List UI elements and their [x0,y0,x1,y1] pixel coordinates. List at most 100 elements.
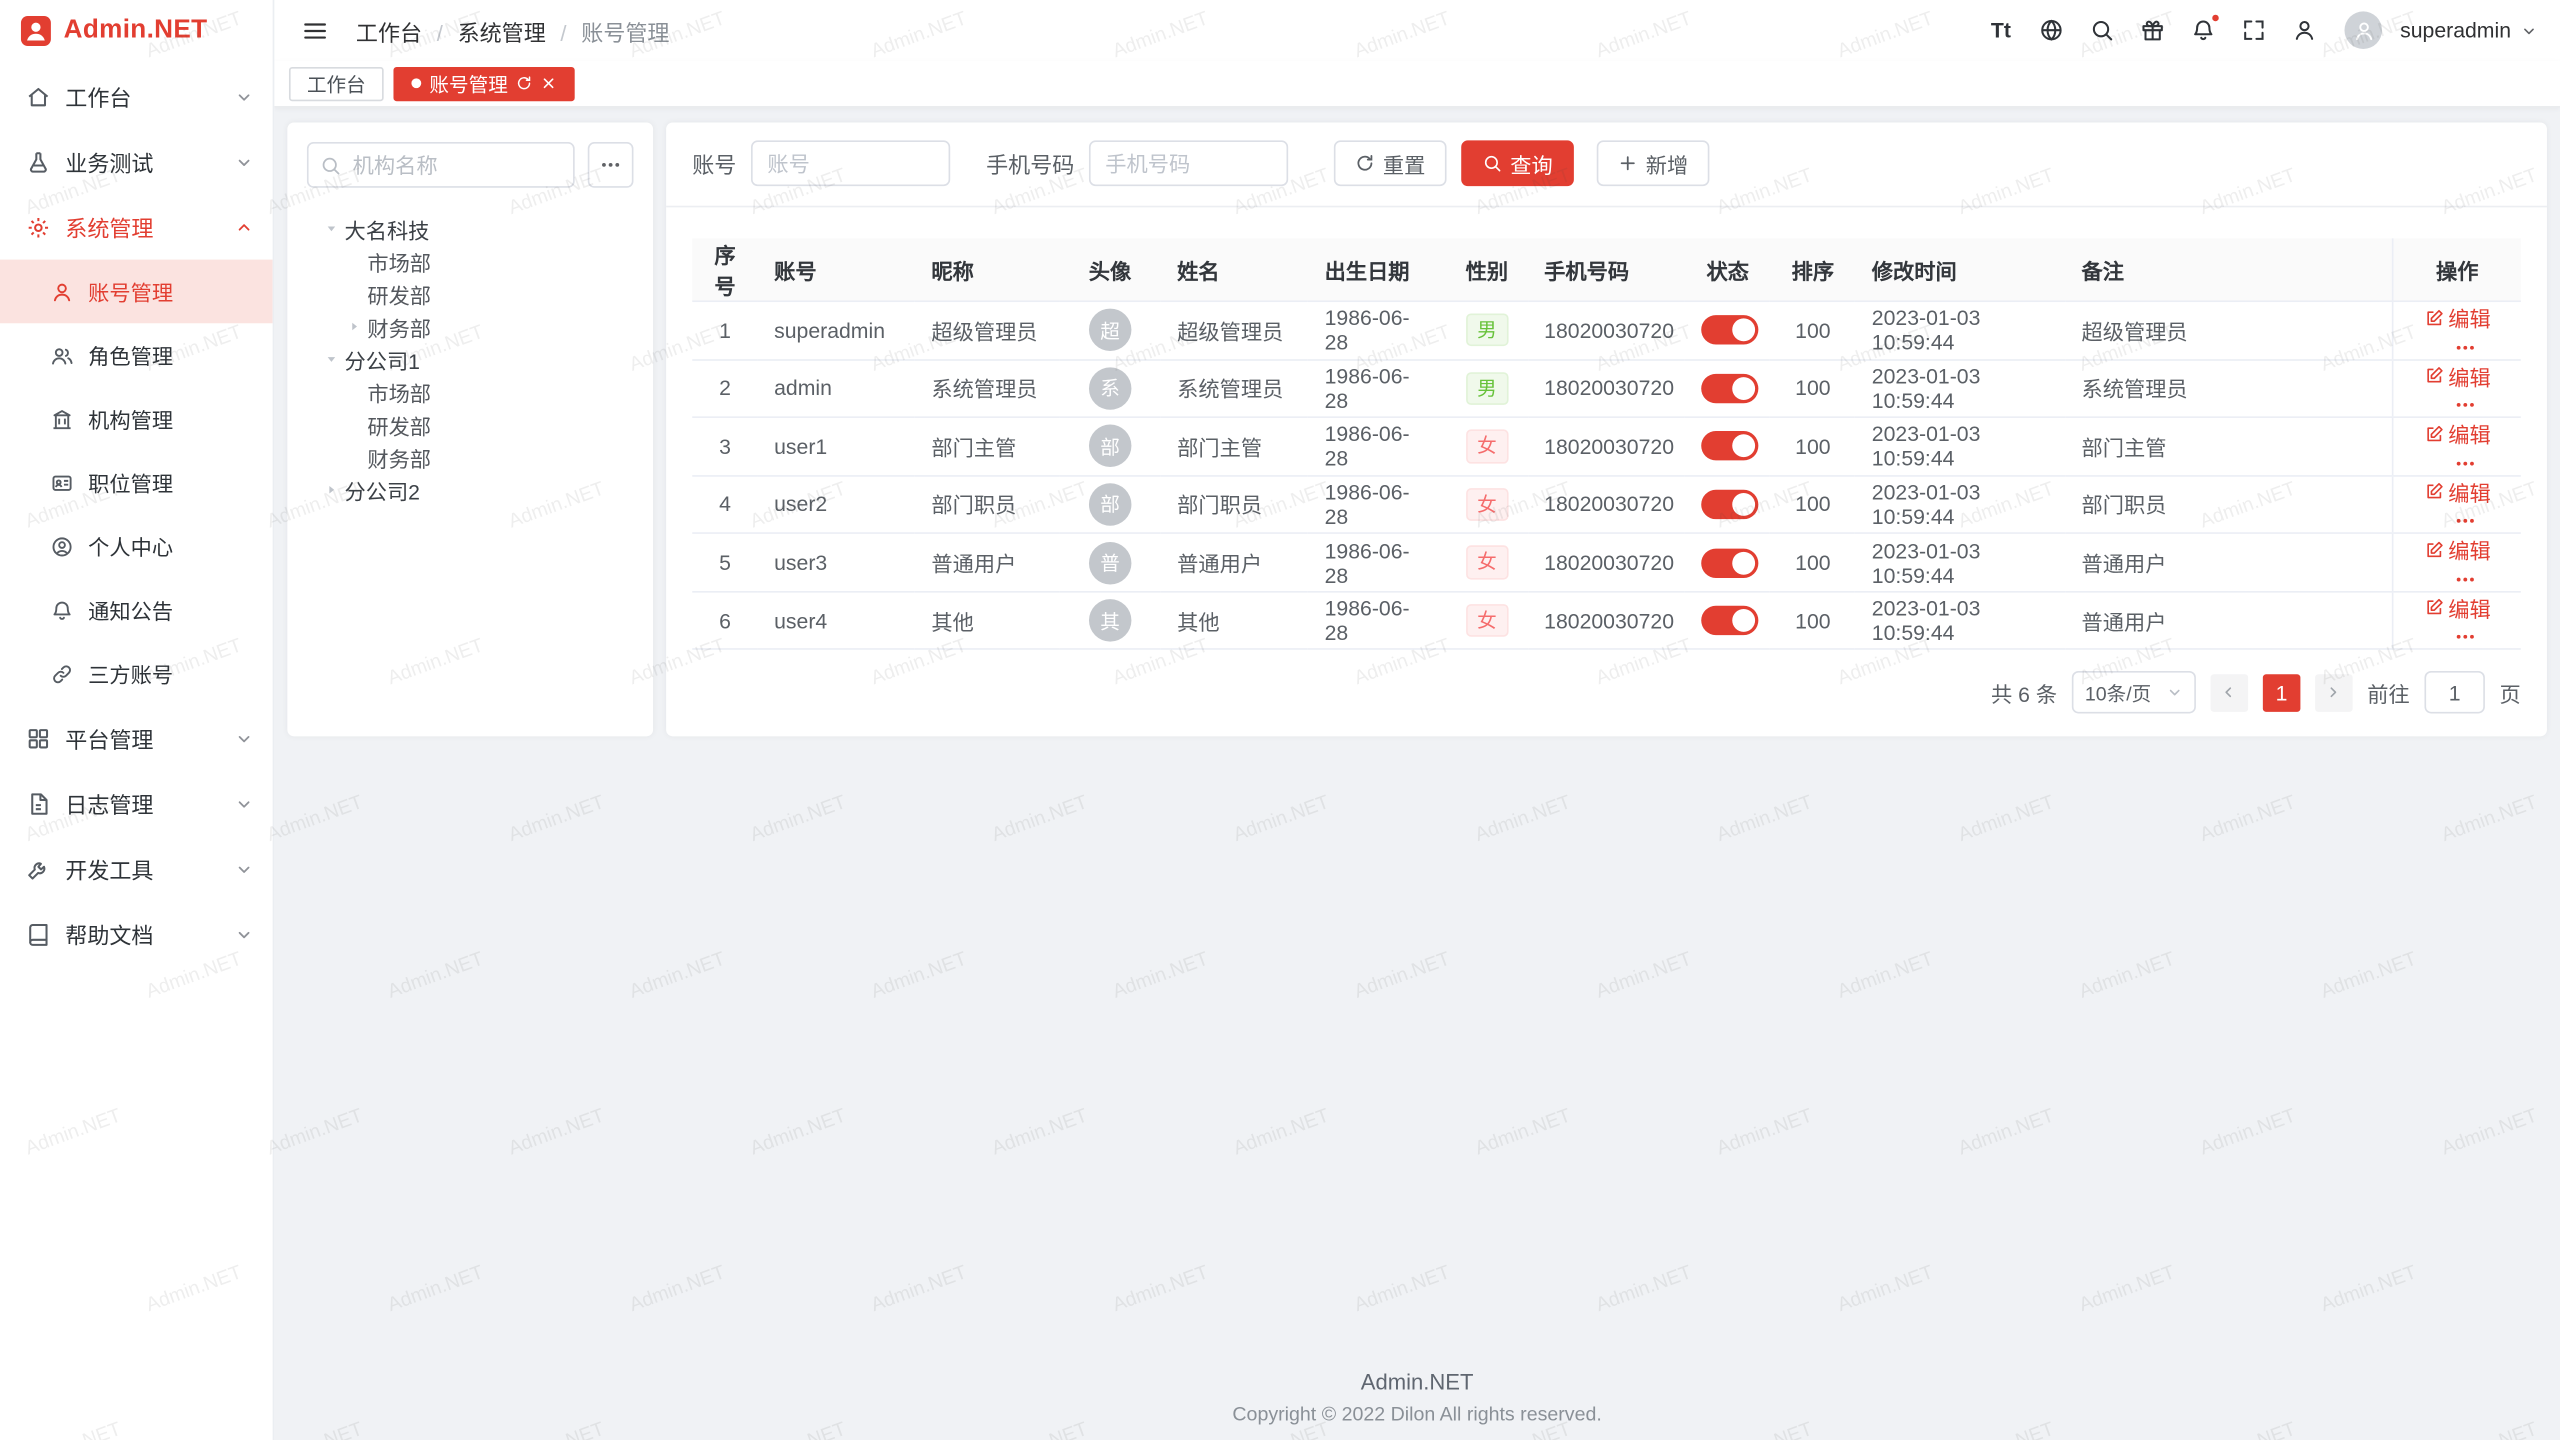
refresh-icon [1355,153,1375,173]
tree-node[interactable]: 分公司2 [307,473,634,506]
sidebar-item-log-management[interactable]: 日志管理 [0,771,273,836]
status-toggle[interactable] [1701,490,1758,519]
edit-button[interactable]: 编辑 [2424,360,2491,391]
bell-icon [51,598,74,621]
prev-page-button[interactable] [2211,674,2249,712]
edit-button[interactable]: 编辑 [2424,534,2491,565]
tree-node[interactable]: 市场部 [307,376,634,409]
account-filter-input[interactable] [751,140,950,186]
caret-right-icon[interactable] [323,482,339,498]
status-toggle[interactable] [1701,548,1758,577]
phone-filter-input[interactable] [1089,140,1288,186]
user-icon [51,280,74,303]
tab-account-management[interactable]: 账号管理 [393,66,574,100]
footer-copyright: Copyright © 2022 Dilon All rights reserv… [287,1402,2547,1425]
sidebar-item-workbench[interactable]: 工作台 [0,64,273,129]
caret-right-icon[interactable] [346,318,362,334]
chevron-down-icon[interactable] [2521,22,2537,38]
tab-label: 账号管理 [429,69,507,97]
sidebar-item-system-management[interactable]: 系统管理 [0,194,273,259]
column-header: 头像 [1059,238,1161,301]
next-page-button[interactable] [2315,674,2353,712]
font-size-icon[interactable]: Tt [1981,10,2022,51]
gender-badge: 男 [1466,372,1508,405]
sidebar-item-business-test[interactable]: 业务测试 [0,129,273,194]
tree-node[interactable]: 财务部 [307,441,634,474]
edit-button[interactable]: 编辑 [2424,418,2491,449]
language-icon[interactable] [2031,10,2072,51]
tab-workbench[interactable]: 工作台 [289,66,384,100]
tree-node[interactable]: 研发部 [307,278,634,311]
cell-nickname: 普通用户 [915,533,1059,591]
sidebar-item-label: 平台管理 [65,722,153,755]
more-actions-icon[interactable] [2454,626,2477,649]
username[interactable]: superadmin [2400,18,2511,42]
sidebar-item-account-management[interactable]: 账号管理 [0,260,273,324]
more-actions-icon[interactable] [2454,336,2477,359]
hamburger-menu-icon[interactable] [297,12,333,48]
status-toggle[interactable] [1701,606,1758,635]
tree-node[interactable]: 研发部 [307,408,634,441]
sidebar-item-post-management[interactable]: 职位管理 [0,451,273,515]
brand-name: Admin.NET [64,16,208,45]
edit-icon [2424,598,2444,618]
breadcrumb-item[interactable]: 工作台 [356,14,422,47]
cell-name: 超级管理员 [1161,301,1308,359]
tree-node[interactable]: 大名科技 [307,212,634,245]
cell-birthday: 1986-06-28 [1308,417,1446,475]
cell-phone: 18020030720 [1528,359,1685,417]
more-actions-icon[interactable] [2454,568,2477,591]
logo[interactable]: Admin.NET [0,0,273,60]
search-icon[interactable] [2082,10,2123,51]
edit-button[interactable]: 编辑 [2424,476,2491,507]
column-header: 姓名 [1161,238,1308,301]
account-table: 序号 账号 昵称 头像 姓名 出生日期 性别 手机号码 状态 排序 修改时间 [692,238,2521,650]
more-actions-icon[interactable] [2454,394,2477,417]
sidebar-item-notice[interactable]: 通知公告 [0,578,273,642]
close-icon[interactable] [540,75,556,91]
sidebar-item-platform-management[interactable]: 平台管理 [0,705,273,770]
tree-node[interactable]: 财务部 [307,310,634,343]
tree-more-button[interactable] [588,142,634,188]
goto-page-input[interactable] [2424,672,2484,714]
flask-icon [26,149,50,173]
notification-bell-icon[interactable] [2183,10,2224,51]
avatar: 普 [1089,541,1131,583]
more-actions-icon[interactable] [2454,452,2477,475]
sidebar-item-help-docs[interactable]: 帮助文档 [0,901,273,966]
status-toggle[interactable] [1701,432,1758,461]
tree-node[interactable]: 市场部 [307,245,634,278]
theme-icon[interactable] [2132,10,2173,51]
breadcrumb-item[interactable]: 系统管理 [422,14,546,47]
edit-button[interactable]: 编辑 [2424,592,2491,623]
fullscreen-icon[interactable] [2234,10,2275,51]
status-toggle[interactable] [1701,374,1758,403]
sidebar-item-dev-tools[interactable]: 开发工具 [0,836,273,901]
reset-button[interactable]: 重置 [1334,140,1447,186]
current-page[interactable]: 1 [2263,674,2301,712]
plus-icon [1618,153,1638,173]
caret-down-icon[interactable] [323,351,339,367]
gear-icon [26,215,50,239]
page-size-select[interactable]: 10条/页 [2072,672,2196,714]
chevron-down-icon [235,860,253,878]
sidebar-item-role-management[interactable]: 角色管理 [0,323,273,387]
refresh-icon[interactable] [516,75,532,91]
status-toggle[interactable] [1701,316,1758,345]
user-settings-icon[interactable] [2284,10,2325,51]
tree-node[interactable]: 分公司1 [307,343,634,376]
org-search-input[interactable] [307,142,575,188]
caret-down-icon[interactable] [323,220,339,236]
edit-button[interactable]: 编辑 [2424,302,2491,333]
query-button[interactable]: 查询 [1461,140,1574,186]
sidebar-item-personal-center[interactable]: 个人中心 [0,514,273,578]
avatar: 部 [1089,425,1131,467]
user-avatar[interactable] [2345,11,2383,49]
sidebar-item-org-management[interactable]: 机构管理 [0,387,273,451]
sidebar-item-label: 通知公告 [88,594,173,625]
sidebar-item-third-party-account[interactable]: 三方账号 [0,642,273,706]
grid-icon [26,726,50,750]
chevron-right-icon [2326,685,2342,701]
add-button[interactable]: 新增 [1597,140,1710,186]
more-actions-icon[interactable] [2454,510,2477,533]
